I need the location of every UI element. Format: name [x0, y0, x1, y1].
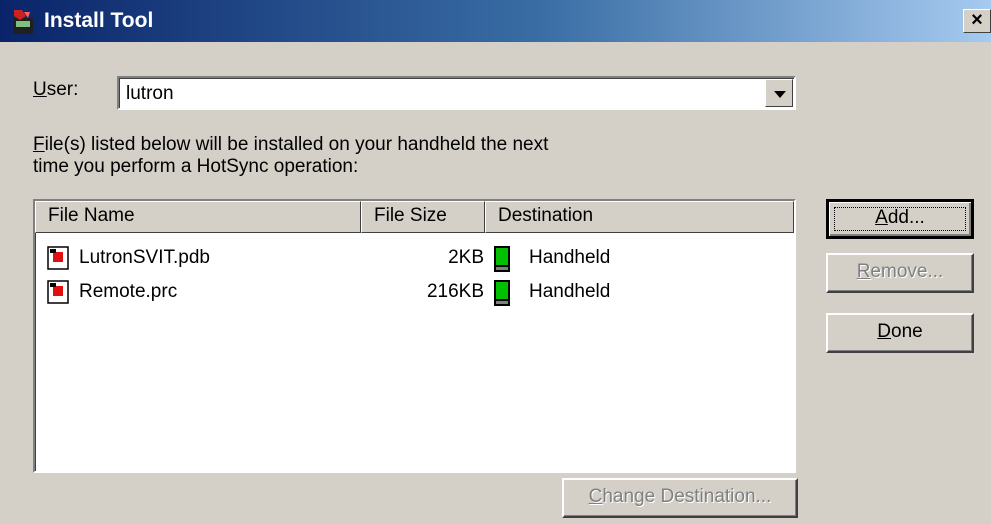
install-description: File(s) listed below will be installed o… — [33, 134, 549, 177]
file-list-header: File Name File Size Destination — [35, 201, 794, 233]
table-row[interactable]: Remote.prc 216KB Handheld — [35, 275, 794, 309]
close-button[interactable]: × — [963, 9, 991, 33]
table-row[interactable]: LutronSVIT.pdb 2KB Handheld — [35, 241, 794, 275]
handheld-device-icon — [494, 246, 510, 272]
focus-rectangle — [834, 207, 966, 231]
file-size: 2KB — [448, 247, 484, 268]
change-destination-button[interactable]: Change Destination... — [562, 478, 798, 518]
remove-button[interactable]: Remove... — [826, 253, 974, 293]
file-name: LutronSVIT.pdb — [79, 247, 210, 268]
column-header-destination[interactable]: Destination — [485, 201, 794, 233]
done-button[interactable]: Done — [826, 313, 974, 353]
destination: Handheld — [529, 281, 611, 302]
column-header-file-size[interactable]: File Size — [361, 201, 485, 233]
user-select-value: lutron — [126, 83, 174, 104]
install-tool-app-icon — [13, 10, 33, 34]
chevron-down-icon[interactable] — [765, 79, 793, 107]
file-list[interactable]: File Name File Size Destination LutronSV… — [33, 199, 796, 473]
file-name: Remote.prc — [79, 281, 178, 302]
window-title: Install Tool — [44, 9, 154, 32]
user-select[interactable]: lutron — [117, 76, 796, 110]
file-size: 216KB — [426, 281, 484, 302]
palm-file-icon — [47, 280, 69, 304]
user-label: User: — [33, 79, 79, 100]
title-bar: Install Tool × — [0, 0, 991, 42]
handheld-device-icon — [494, 280, 510, 306]
column-header-file-name[interactable]: File Name — [35, 201, 361, 233]
palm-file-icon — [47, 246, 69, 270]
destination: Handheld — [529, 247, 611, 268]
add-button[interactable]: Add... — [826, 199, 974, 239]
